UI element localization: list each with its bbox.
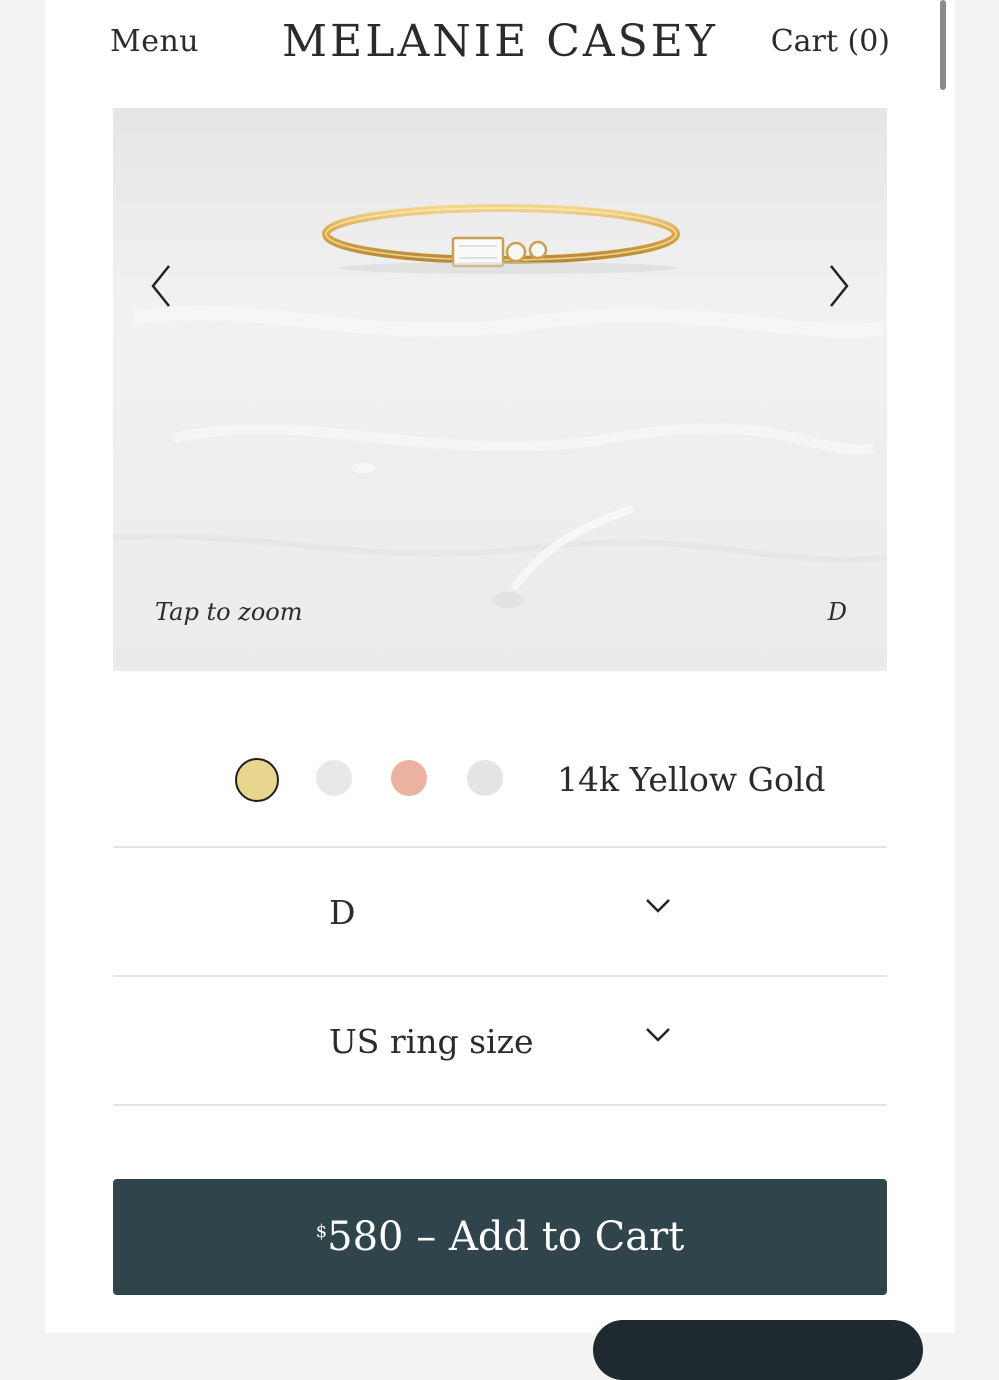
price-value: 580 [327,1214,404,1260]
style-select[interactable]: D [113,848,887,975]
product-photo [113,108,887,671]
previous-image-button[interactable] [141,256,187,316]
next-image-button[interactable] [813,256,859,316]
swatch-rose-gold[interactable] [391,760,427,796]
tap-to-zoom-hint[interactable]: Tap to zoom [155,598,302,626]
selected-metal-label: 14k Yellow Gold [557,760,826,799]
style-select-value: D [329,893,356,932]
ring-size-placeholder: US ring size [329,1022,534,1061]
divider [113,1104,887,1106]
metal-selector: 14k Yellow Gold [113,730,887,840]
site-header: Menu MELANIE CASEY Cart (0) [45,0,955,95]
chevron-right-icon [830,265,849,307]
currency-symbol: $ [315,1220,328,1242]
swatch-white-gold[interactable] [316,760,352,796]
swatch-platinum[interactable] [467,760,503,796]
scrollbar[interactable] [940,0,946,90]
add-to-cart-label: – Add to Cart [403,1214,685,1260]
add-to-cart-button[interactable]: $580 – Add to Cart [113,1179,887,1295]
product-page: Menu MELANIE CASEY Cart (0) Tap to zoom … [45,0,955,1380]
product-image-gallery[interactable]: Tap to zoom D [113,108,887,671]
style-tag: D [827,598,847,626]
chat-widget[interactable] [593,1320,923,1380]
chevron-down-icon [646,899,670,913]
swatch-yellow-gold[interactable] [235,758,279,802]
ring-size-select[interactable]: US ring size [113,977,887,1104]
chevron-left-icon [151,265,170,307]
cart-button[interactable]: Cart (0) [771,24,890,59]
chevron-down-icon [646,1028,670,1042]
